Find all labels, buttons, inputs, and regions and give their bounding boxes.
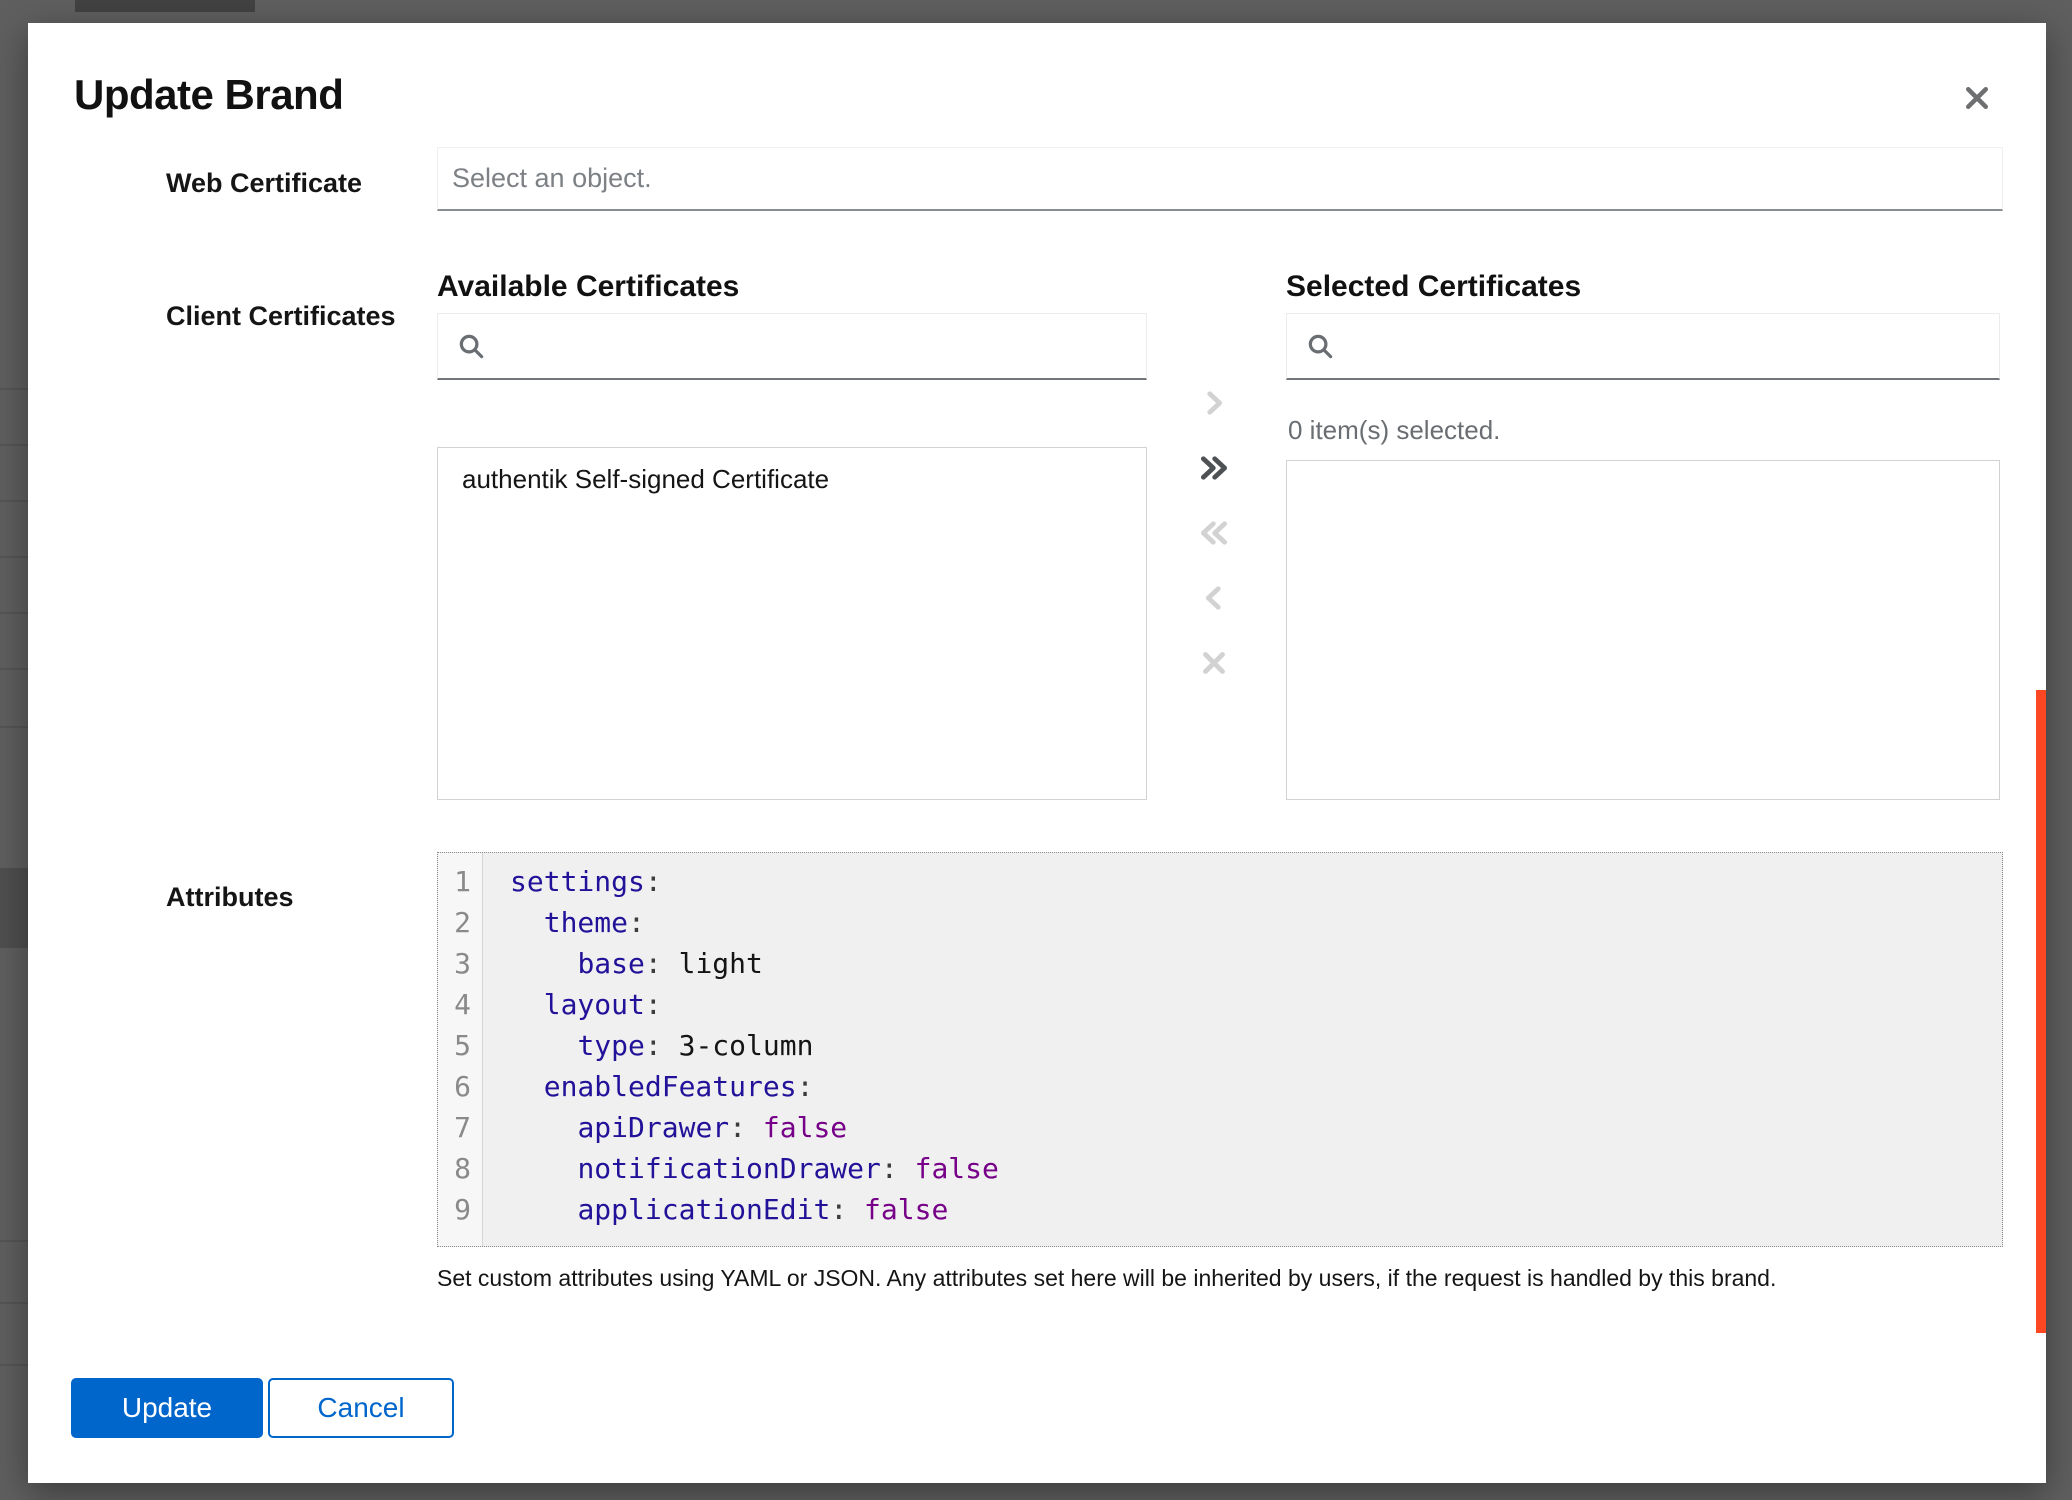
available-certificates-heading: Available Certificates (437, 270, 739, 304)
close-icon (1962, 83, 1992, 113)
attributes-label: Attributes (166, 882, 294, 913)
code-line: 4 layout: (438, 984, 2002, 1025)
available-certificates-list[interactable]: authentik Self-signed Certificate (437, 447, 1147, 800)
available-search (437, 313, 1147, 380)
backdrop-stripe (0, 612, 28, 614)
search-icon (456, 331, 486, 361)
backdrop-stripe (0, 444, 28, 446)
backdrop-page-hint (75, 0, 255, 12)
angle-right-icon (1197, 386, 1231, 420)
times-icon (1197, 646, 1231, 680)
code-line-text: settings: (483, 861, 662, 902)
code-line: 1settings: (438, 861, 2002, 902)
code-line-text: theme: (483, 902, 645, 943)
code-line-text: apiDrawer: false (483, 1107, 847, 1148)
code-line-number: 2 (438, 902, 483, 943)
add-all-button[interactable] (1188, 443, 1240, 493)
clear-selection-button[interactable] (1188, 638, 1240, 688)
backdrop-stripe (0, 668, 28, 670)
code-line-number: 3 (438, 943, 483, 984)
code-line-number: 4 (438, 984, 483, 1025)
update-brand-modal: Update Brand Web Certificate Client Cert… (28, 23, 2046, 1483)
code-line: 6 enabledFeatures: (438, 1066, 2002, 1107)
code-line: 5 type: 3-column (438, 1025, 2002, 1066)
angle-double-left-icon (1197, 516, 1231, 550)
add-selected-button[interactable] (1188, 378, 1240, 428)
code-line-number: 6 (438, 1066, 483, 1107)
cancel-button[interactable]: Cancel (268, 1378, 454, 1438)
modal-title: Update Brand (74, 71, 343, 119)
selected-search (1286, 313, 2000, 380)
code-line: 7 apiDrawer: false (438, 1107, 2002, 1148)
backdrop-stripe (0, 726, 28, 728)
backdrop-stripe (0, 1302, 28, 1304)
code-line: 3 base: light (438, 943, 2002, 984)
code-line-text: layout: (483, 984, 662, 1025)
remove-selected-button[interactable] (1188, 573, 1240, 623)
code-line-text: base: light (483, 943, 763, 984)
backdrop-stripe (0, 1240, 28, 1242)
angle-left-icon (1197, 581, 1231, 615)
code-line-number: 8 (438, 1148, 483, 1189)
selected-search-input[interactable] (1335, 314, 1999, 378)
search-icon (1305, 331, 1335, 361)
available-search-input[interactable] (486, 314, 1146, 378)
modal-scrollbar-thumb[interactable] (2036, 690, 2046, 1333)
selected-certificates-list[interactable] (1286, 460, 2000, 800)
code-line-text: enabledFeatures: (483, 1066, 813, 1107)
code-line-number: 5 (438, 1025, 483, 1066)
backdrop-stripe (0, 1364, 28, 1366)
transfer-controls (1188, 378, 1240, 703)
code-line-number: 1 (438, 861, 483, 902)
web-certificate-select[interactable] (437, 147, 2003, 211)
close-button[interactable] (1952, 73, 2002, 123)
client-certificates-label: Client Certificates (166, 301, 396, 332)
selected-count-status: 0 item(s) selected. (1288, 415, 1500, 446)
code-line: 9 applicationEdit: false (438, 1189, 2002, 1230)
code-line-text: type: 3-column (483, 1025, 813, 1066)
selected-certificates-heading: Selected Certificates (1286, 270, 1581, 304)
code-line: 8 notificationDrawer: false (438, 1148, 2002, 1189)
attributes-help-text: Set custom attributes using YAML or JSON… (437, 1263, 1967, 1293)
attributes-code-editor[interactable]: 1settings:2 theme:3 base: light4 layout:… (437, 852, 2003, 1247)
code-line-text: applicationEdit: false (483, 1189, 948, 1230)
code-line: 2 theme: (438, 902, 2002, 943)
available-certificate-item[interactable]: authentik Self-signed Certificate (438, 448, 1146, 510)
web-certificate-label: Web Certificate (166, 168, 362, 199)
code-line-number: 7 (438, 1107, 483, 1148)
code-line-text: notificationDrawer: false (483, 1148, 999, 1189)
backdrop-active-item-hint (0, 868, 28, 948)
angle-double-right-icon (1197, 451, 1231, 485)
code-line-number: 9 (438, 1189, 483, 1230)
backdrop-stripe (0, 500, 28, 502)
remove-all-button[interactable] (1188, 508, 1240, 558)
backdrop-stripe (0, 388, 28, 390)
update-button[interactable]: Update (71, 1378, 263, 1438)
backdrop-stripe (0, 556, 28, 558)
